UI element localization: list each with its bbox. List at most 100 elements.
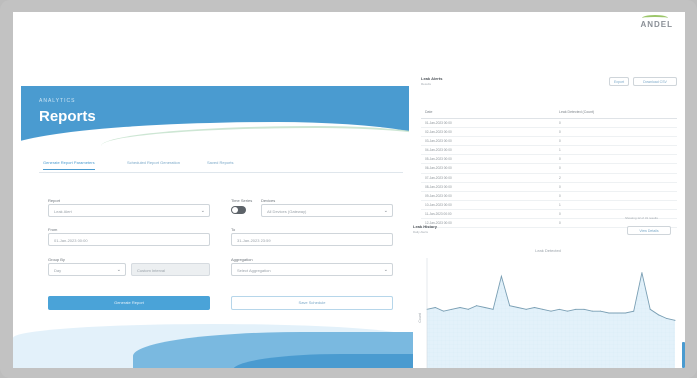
chevron-down-icon: ⌄ xyxy=(383,208,388,214)
date-cell: 05-Jan-2023 00:00 xyxy=(425,157,452,162)
chart-svg: Leak Detected Count xyxy=(418,248,676,368)
chart-point[interactable] xyxy=(500,275,502,277)
chevron-down-icon: ⌄ xyxy=(116,267,121,273)
download-csv-button[interactable]: Download CSV xyxy=(633,77,677,86)
chart-point[interactable] xyxy=(633,310,635,312)
page-scrollbar[interactable] xyxy=(682,342,685,368)
chart-point[interactable] xyxy=(467,308,469,310)
count-cell: 1 xyxy=(559,202,561,207)
count-cell: 0 xyxy=(559,139,561,144)
table-row[interactable]: 02-Jan-2023 00:00 0 xyxy=(421,128,677,138)
to-date-value: 31-Jan-2023 23:59 xyxy=(237,238,271,243)
date-cell: 08-Jan-2023 00:00 xyxy=(425,184,452,189)
chart-point[interactable] xyxy=(567,310,569,312)
table-row[interactable]: 10-Jan-2023 00:00 1 xyxy=(421,201,677,210)
to-date-input[interactable]: 31-Jan-2023 23:59 xyxy=(231,233,393,246)
table-body: 01-Jan-2023 00:00 0 02-Jan-2023 00:00 0 03-J… xyxy=(421,119,677,229)
chart-point[interactable] xyxy=(575,308,577,310)
chart-point[interactable] xyxy=(608,312,610,314)
page-kicker: ANALYTICS xyxy=(39,98,76,104)
time-series-toggle[interactable] xyxy=(231,206,246,214)
chart-point[interactable] xyxy=(443,310,445,312)
table-row[interactable]: 09-Jan-2023 00:00 0 xyxy=(421,192,677,201)
chart-panel-title: Leak History xyxy=(413,224,438,229)
chart-point[interactable] xyxy=(459,307,461,308)
group-by-select[interactable]: Day ⌄ xyxy=(48,263,126,276)
chart-area-grid xyxy=(427,272,675,368)
brand-logo: ANDEL xyxy=(640,15,673,29)
chart-point[interactable] xyxy=(674,319,676,321)
aggregation-select[interactable]: Select Aggregation ⌄ xyxy=(231,263,393,276)
tab-generate-parameters[interactable]: Generate Report Parameters xyxy=(43,160,95,170)
date-cell: 09-Jan-2023 00:00 xyxy=(425,193,452,198)
chart-point[interactable] xyxy=(451,308,453,310)
count-cell: 0 xyxy=(559,157,561,162)
chart-point[interactable] xyxy=(492,308,494,310)
from-date-input[interactable]: 01-Jan-2023 00:00 xyxy=(48,233,210,246)
results-footer-note: Showing 12 of 31 results xyxy=(625,216,658,220)
report-tabs: Generate Report Parameters Scheduled Rep… xyxy=(39,158,403,173)
count-cell: 0 xyxy=(559,166,561,171)
results-table: Date Leak Detected (Count) 01-Jan-2023 0… xyxy=(421,104,677,229)
column-header-count[interactable]: Leak Detected (Count) xyxy=(559,110,594,114)
save-schedule-button[interactable]: Save Schedule xyxy=(231,296,393,310)
date-cell: 06-Jan-2023 00:00 xyxy=(425,166,452,171)
leak-area-chart: Leak Detected Count xyxy=(413,232,683,368)
devices-select[interactable]: All Devices (Gateway) ⌄ xyxy=(261,204,393,217)
chart-point[interactable] xyxy=(550,310,552,312)
screenshot-frame: ANDEL ANALYTICS Reports Generate Report … xyxy=(0,0,697,378)
chart-point[interactable] xyxy=(533,307,535,308)
chart-point[interactable] xyxy=(624,312,626,314)
to-label: To xyxy=(231,227,236,232)
results-title: Leak Alerts xyxy=(421,76,443,81)
date-cell: 07-Jan-2023 00:00 xyxy=(425,175,452,180)
group-by-label: Group By xyxy=(48,257,65,262)
count-cell: 0 xyxy=(559,193,561,198)
app-window: ANDEL ANALYTICS Reports Generate Report … xyxy=(13,12,685,368)
logo-text: ANDEL xyxy=(640,20,673,29)
chart-point[interactable] xyxy=(600,310,602,312)
chart-point[interactable] xyxy=(657,314,659,316)
date-cell: 10-Jan-2023 00:00 xyxy=(425,202,452,207)
chart-point[interactable] xyxy=(484,307,486,308)
count-cell: 0 xyxy=(559,211,561,216)
chart-point[interactable] xyxy=(542,308,544,310)
chart-point[interactable] xyxy=(517,307,519,308)
generate-report-button[interactable]: Generate Report xyxy=(48,296,210,310)
table-row[interactable]: 01-Jan-2023 00:00 0 xyxy=(421,119,677,129)
chart-point[interactable] xyxy=(525,308,527,310)
date-cell: 03-Jan-2023 00:00 xyxy=(425,139,452,144)
count-cell: 1 xyxy=(559,148,561,153)
chart-point[interactable] xyxy=(558,308,560,310)
chart-point[interactable] xyxy=(509,305,511,307)
chevron-down-icon: ⌄ xyxy=(383,267,388,273)
chart-point[interactable] xyxy=(434,307,436,308)
tab-saved-reports[interactable]: Saved Reports xyxy=(207,160,233,169)
chart-point[interactable] xyxy=(591,310,593,312)
chart-point[interactable] xyxy=(476,305,478,307)
chart-point[interactable] xyxy=(649,308,651,310)
chart-point[interactable] xyxy=(641,272,643,274)
custom-interval-input: Custom Interval xyxy=(131,263,210,276)
export-button[interactable]: Export xyxy=(609,77,629,86)
chart-point[interactable] xyxy=(616,312,618,314)
table-row[interactable]: 06-Jan-2023 00:00 0 xyxy=(421,164,677,174)
from-date-value: 01-Jan-2023 00:00 xyxy=(54,238,88,243)
table-row[interactable]: 03-Jan-2023 00:00 0 xyxy=(421,137,677,147)
report-select[interactable]: Leak Alert ⌄ xyxy=(48,204,210,217)
table-row[interactable]: 07-Jan-2023 00:00 2 xyxy=(421,174,677,183)
chart-point[interactable] xyxy=(583,308,585,310)
table-row[interactable]: 04-Jan-2023 00:00 1 xyxy=(421,146,677,156)
tab-scheduled-generation[interactable]: Scheduled Report Generation xyxy=(127,160,180,169)
table-row[interactable]: 08-Jan-2023 00:00 0 xyxy=(421,183,677,192)
logo-swoosh-icon xyxy=(642,15,669,21)
chart-title: Leak Detected xyxy=(535,248,561,253)
date-cell: 11-Jan-2023 00:00 xyxy=(425,211,452,216)
chevron-down-icon: ⌄ xyxy=(200,208,205,214)
table-row[interactable]: 05-Jan-2023 00:00 0 xyxy=(421,155,677,165)
chart-point[interactable] xyxy=(666,318,668,319)
column-header-date[interactable]: Date xyxy=(425,110,432,114)
aggregation-value: Select Aggregation xyxy=(237,268,271,273)
aggregation-label: Aggregation xyxy=(231,257,253,262)
chart-y-axis-label: Count xyxy=(418,313,422,322)
